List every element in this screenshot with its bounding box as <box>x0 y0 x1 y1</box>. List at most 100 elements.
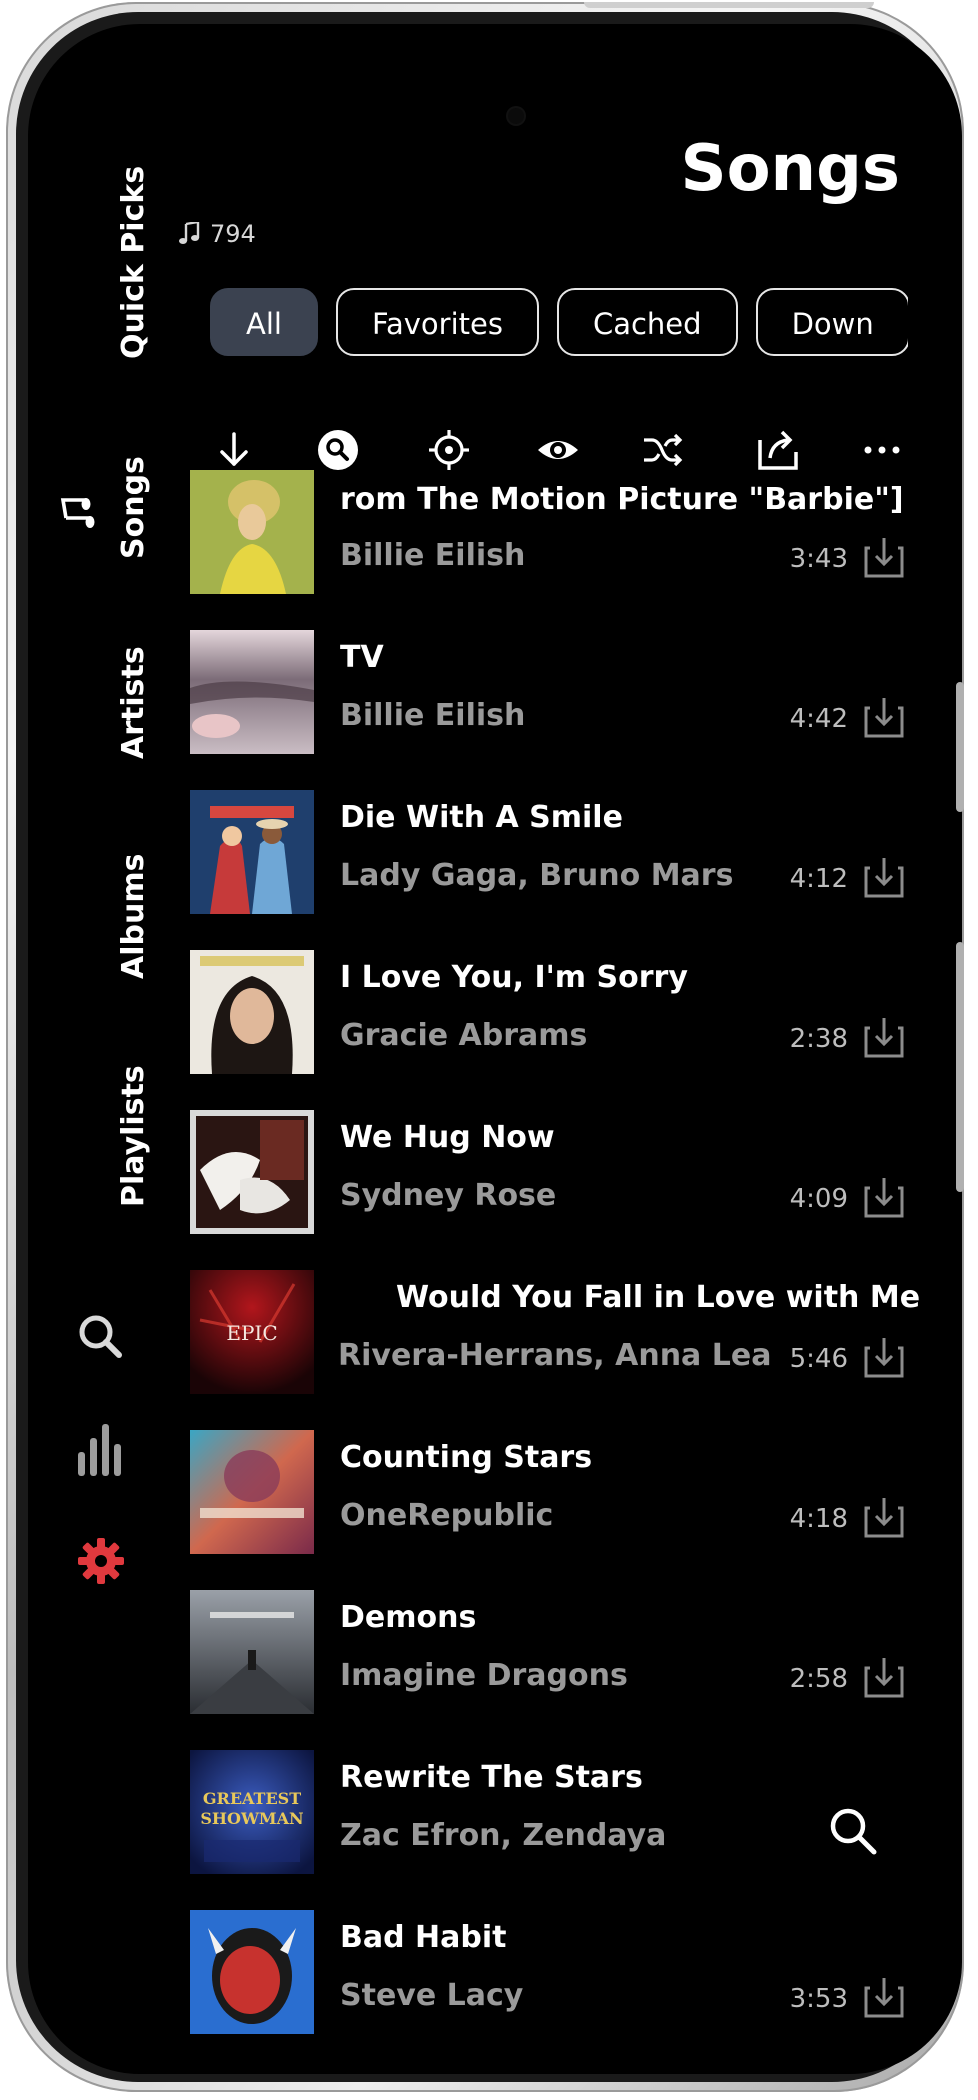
download-icon[interactable] <box>864 1014 904 1058</box>
album-cover <box>190 790 314 914</box>
search-icon[interactable] <box>76 1312 124 1360</box>
song-title: Bad Habit <box>340 1920 507 1955</box>
phone-top-edge <box>584 2 874 8</box>
song-artist: Gracie Abrams <box>340 1018 588 1053</box>
album-cover <box>190 470 314 594</box>
app-screen: Songs 794 Quick Picks Songs Artists Albu… <box>28 24 962 2074</box>
album-cover: EPIC <box>190 1270 314 1394</box>
song-duration: 3:53 <box>789 1984 848 2014</box>
download-icon[interactable] <box>864 694 904 738</box>
song-title: Rewrite The Stars <box>340 1760 643 1795</box>
music-note-icon <box>179 222 200 244</box>
svg-text:SHOWMAN: SHOWMAN <box>200 1809 303 1828</box>
search-circle-icon[interactable] <box>316 428 360 472</box>
chip-favorites[interactable]: Favorites <box>335 288 539 356</box>
song-title: TV <box>340 640 384 675</box>
song-duration: 5:46 <box>789 1344 848 1374</box>
chip-all[interactable]: All <box>210 288 318 356</box>
song-duration: 4:12 <box>789 864 848 894</box>
song-title: We Hug Now <box>340 1120 555 1155</box>
list-item[interactable]: We Hug Now Sydney Rose 4:09 <box>190 1110 910 1234</box>
rail-artists[interactable]: Artists <box>116 646 151 759</box>
download-icon[interactable] <box>864 1654 904 1698</box>
svg-text:GREATEST: GREATEST <box>203 1789 301 1808</box>
song-title: Demons <box>340 1600 477 1635</box>
phone-frame: Songs 794 Quick Picks Songs Artists Albu… <box>6 2 964 2092</box>
song-artist: OneRepublic <box>340 1498 554 1533</box>
song-duration: 2:38 <box>789 1024 848 1054</box>
list-item[interactable]: TV Billie Eilish 4:42 <box>190 630 910 754</box>
chip-downloaded[interactable]: Down <box>755 288 908 356</box>
album-cover-art <box>190 1430 314 1554</box>
rail-quick-picks[interactable]: Quick Picks <box>116 166 151 359</box>
album-cover <box>190 1430 314 1554</box>
album-cover-art: EPIC <box>190 1270 314 1394</box>
locate-icon[interactable] <box>427 428 471 472</box>
chip-cached[interactable]: Cached <box>556 288 738 356</box>
rail-albums[interactable]: Albums <box>116 854 151 979</box>
song-artist: Rivera-Herrans, Anna Lea <box>338 1338 772 1373</box>
floating-search-icon[interactable] <box>826 1804 880 1858</box>
list-item[interactable]: rom The Motion Picture "Barbie"] Billie … <box>190 470 910 594</box>
song-title: Counting Stars <box>340 1440 593 1475</box>
song-title: Die With A Smile <box>340 800 623 835</box>
album-cover-art: GREATEST SHOWMAN <box>190 1750 314 1874</box>
download-icon[interactable] <box>864 1334 904 1378</box>
album-cover <box>190 950 314 1074</box>
song-artist: Billie Eilish <box>340 538 526 573</box>
song-artist: Billie Eilish <box>340 698 526 733</box>
songs-rail-icon <box>60 498 95 528</box>
song-duration: 4:18 <box>789 1504 848 1534</box>
download-icon[interactable] <box>864 1494 904 1538</box>
album-cover-art <box>190 1110 314 1234</box>
front-camera <box>508 108 524 124</box>
download-icon[interactable] <box>864 1974 904 2018</box>
settings-icon[interactable] <box>76 1536 126 1586</box>
list-item[interactable]: Bad Habit Steve Lacy 3:53 <box>190 1910 910 2034</box>
song-artist: Sydney Rose <box>340 1178 557 1213</box>
svg-text:EPIC: EPIC <box>226 1321 277 1345</box>
list-item[interactable]: Demons Imagine Dragons 2:58 <box>190 1590 910 1714</box>
song-artist: Zac Efron, Zendaya <box>340 1818 667 1853</box>
song-duration: 4:09 <box>789 1184 848 1214</box>
import-icon[interactable] <box>756 428 800 472</box>
album-cover-art <box>190 1910 314 2034</box>
list-item[interactable]: I Love You, I'm Sorry Gracie Abrams 2:38 <box>190 950 910 1074</box>
rail-songs[interactable]: Songs <box>116 456 151 559</box>
song-count: 794 <box>178 220 256 248</box>
song-title: rom The Motion Picture "Barbie"] <box>340 482 904 517</box>
song-duration: 2:58 <box>789 1664 848 1694</box>
song-title: Would You Fall in Love with Me <box>396 1280 921 1315</box>
album-cover: GREATEST SHOWMAN <box>190 1750 314 1874</box>
album-cover-art <box>190 630 314 754</box>
more-horizontal-icon[interactable] <box>860 428 904 472</box>
album-cover <box>190 630 314 754</box>
download-icon[interactable] <box>864 534 904 578</box>
album-cover-art <box>190 950 314 1074</box>
rail-playlists[interactable]: Playlists <box>116 1065 151 1207</box>
song-duration: 4:42 <box>789 704 848 734</box>
song-title: I Love You, I'm Sorry <box>340 960 688 995</box>
album-cover <box>190 1590 314 1714</box>
album-cover <box>190 1910 314 2034</box>
list-item[interactable]: EPIC Would You Fall in Love with Me Rive… <box>190 1270 920 1394</box>
song-artist: Lady Gaga, Bruno Mars <box>340 858 734 893</box>
equalizer-icon[interactable] <box>76 1422 124 1478</box>
song-duration: 3:43 <box>789 544 848 574</box>
sort-descending-icon[interactable] <box>212 428 256 472</box>
song-count-value: 794 <box>210 220 256 248</box>
page-title: Songs <box>680 132 900 206</box>
album-cover-art <box>190 790 314 914</box>
album-cover-art <box>190 1590 314 1714</box>
visibility-icon[interactable] <box>536 428 580 472</box>
list-item[interactable]: Die With A Smile Lady Gaga, Bruno Mars 4… <box>190 790 910 914</box>
list-item[interactable]: Counting Stars OneRepublic 4:18 <box>190 1430 910 1554</box>
shuffle-icon[interactable] <box>640 428 684 472</box>
download-icon[interactable] <box>864 854 904 898</box>
volume-button <box>956 682 964 812</box>
album-cover-art <box>190 470 314 594</box>
song-artist: Imagine Dragons <box>340 1658 628 1693</box>
download-icon[interactable] <box>864 1174 904 1218</box>
list-item[interactable]: GREATEST SHOWMAN Rewrite The Stars Zac E… <box>190 1750 910 1874</box>
power-button <box>956 942 964 1192</box>
